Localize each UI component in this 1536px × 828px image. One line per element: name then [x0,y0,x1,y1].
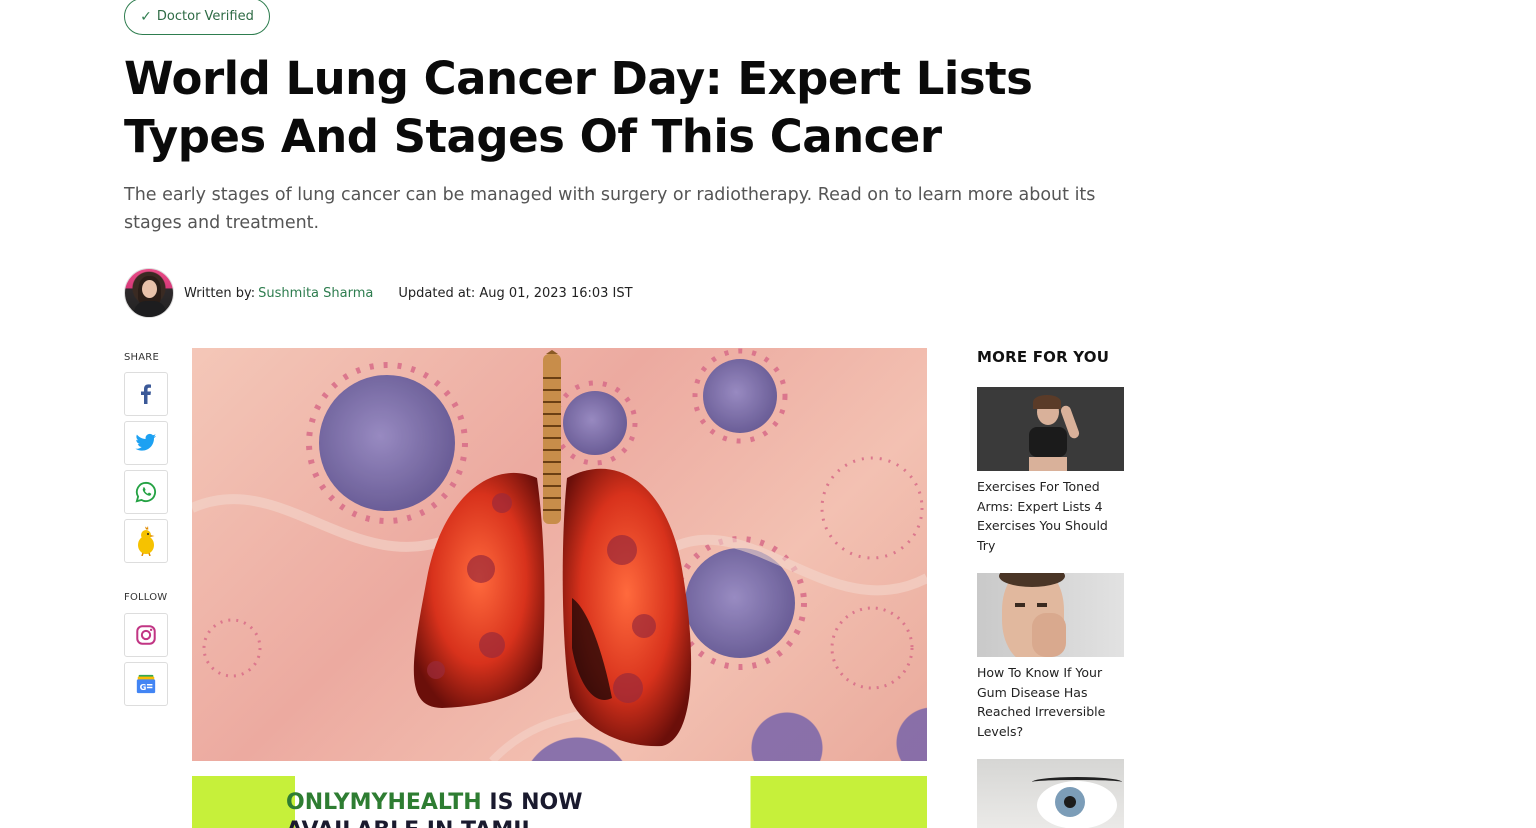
card-title[interactable]: How To Know If Your Gum Disease Has Reac… [977,663,1124,741]
whatsapp-share-button[interactable] [124,470,168,514]
facebook-icon [141,384,151,404]
promo-banner[interactable]: ONLYMYHEALTH IS NOW AVAILABLE IN TAMIL [192,776,927,828]
updated-timestamp: Updated at: Aug 01, 2023 16:03 IST [398,285,633,301]
twitter-share-button[interactable] [124,421,168,465]
promo-brand: ONLYMYHEALTH [286,790,482,815]
card-thumbnail[interactable] [977,759,1124,828]
sidebar-card[interactable]: How To Know If Your Gum Disease Has Reac… [977,573,1124,741]
written-by-label: Written by: [184,285,256,301]
author-avatar[interactable] [124,268,174,318]
article-title: World Lung Cancer Day: Expert Lists Type… [124,52,1033,163]
twitter-icon [135,433,157,451]
instagram-icon [136,625,156,645]
koo-icon [138,526,155,556]
svg-text:G: G [140,682,147,692]
sidebar-card[interactable] [977,759,1124,828]
promo-headline: ONLYMYHEALTH IS NOW [286,790,582,815]
article-summary: The early stages of lung cancer can be m… [124,185,1096,233]
doctor-verified-badge: ✓ Doctor Verified [124,0,270,35]
card-thumbnail[interactable] [977,573,1124,657]
author-link[interactable]: Sushmita Sharma [258,286,373,301]
promo-subline: AVAILABLE IN TAMIL [286,818,535,828]
sidebar-card[interactable]: Exercises For Toned Arms: Expert Lists 4… [977,387,1124,555]
instagram-follow-button[interactable] [124,613,168,657]
promo-rest: IS NOW [481,790,583,815]
google-news-icon: G [136,674,156,694]
badge-label: Doctor Verified [156,9,254,24]
koo-share-button[interactable] [124,519,168,563]
author-row: Written by: Sushmita Sharma Updated at: … [124,268,633,318]
more-for-you-heading: MORE FOR YOU [977,348,1110,366]
card-thumbnail[interactable] [977,387,1124,471]
facebook-share-button[interactable] [124,372,168,416]
share-label: SHARE [124,352,159,363]
card-title[interactable]: Exercises For Toned Arms: Expert Lists 4… [977,477,1124,555]
hero-image-lungs [192,348,927,761]
follow-label: FOLLOW [124,592,168,603]
lung-illustration [192,348,927,761]
whatsapp-icon [135,481,157,503]
google-news-follow-button[interactable]: G [124,662,168,706]
check-icon: ✓ [140,8,152,25]
